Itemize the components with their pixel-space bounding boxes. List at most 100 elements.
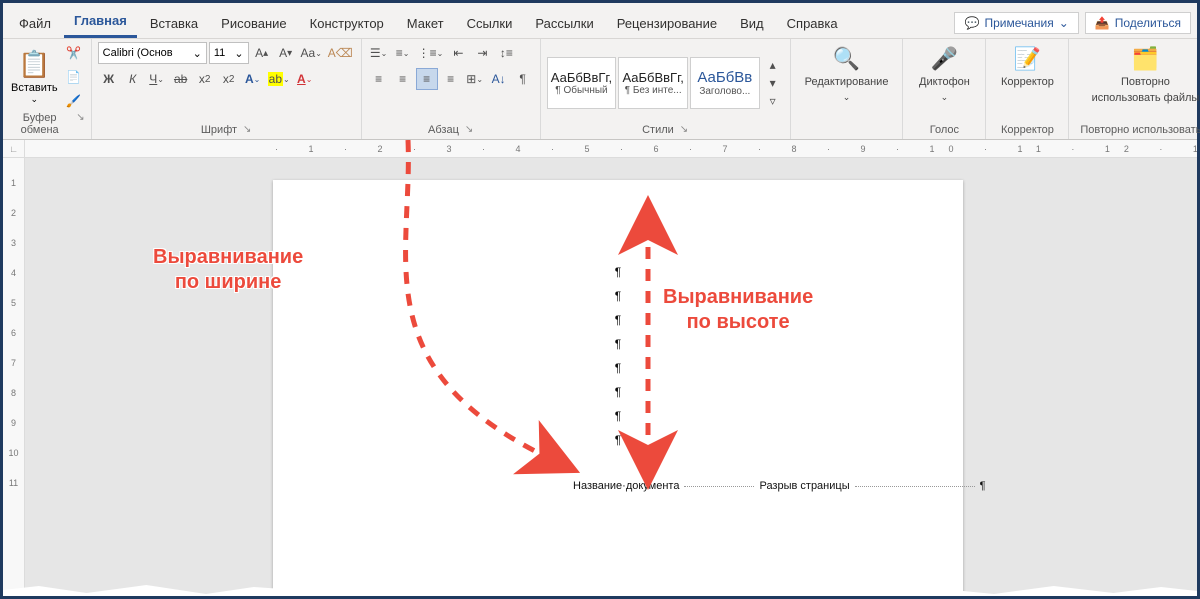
leader-dots [855,486,975,487]
strike-button[interactable]: ab [170,68,192,90]
arrow-vertical-icon [623,215,673,475]
shrink-font-button[interactable]: A▾ [275,42,297,64]
dialog-launcher-icon[interactable]: ↘ [76,112,84,136]
borders-button[interactable]: ⊞⌄ [464,68,486,90]
styles-expand[interactable]: ▿ [762,93,784,109]
subscript-button[interactable]: x2 [194,68,216,90]
italic-button[interactable]: К [122,68,144,90]
style-heading[interactable]: АаБбВв Заголово... [690,57,760,109]
menu-links[interactable]: Ссылки [457,10,523,38]
menu-review[interactable]: Рецензирование [607,10,727,38]
underline-button[interactable]: Ч⌄ [146,68,168,90]
font-size-combo[interactable]: 11 ⌄ [209,42,249,64]
style-preview: АаБбВвГг, [551,70,612,85]
align-right-button[interactable]: ≡ [440,68,462,90]
font-family-combo[interactable]: Calibri (Основ⌄ [98,42,207,64]
text-effects-button[interactable]: A⌄ [242,68,264,90]
superscript-button[interactable]: x2 [218,68,240,90]
editor-icon: 📝 [1014,46,1041,72]
search-icon: 🔍 [833,46,860,72]
editor-button[interactable]: 📝 Корректор [992,42,1062,92]
chevron-down-icon: ⌄ [234,47,243,60]
clipboard-group-title: Буфер обмена [9,112,70,136]
files-icon: 🗂️ [1132,46,1159,72]
styles-scroll-up[interactable]: ▴ [762,57,784,73]
group-voice: 🎤 Диктофон ⌄ Голос [903,39,986,139]
style-no-spacing[interactable]: АаБбВвГг, ¶ Без инте... [618,57,688,109]
style-name: ¶ Обычный [555,85,607,96]
editor-group-title: Корректор [1001,124,1054,136]
ribbon: 📋 Вставить ⌄ ✂️ 📄 🖌️ Буфер обмена↘ Calib… [3,39,1197,140]
editor-label: Корректор [1001,76,1054,88]
menu-view[interactable]: Вид [730,10,774,38]
editing-label: Редактирование [805,76,889,88]
multilevel-button[interactable]: ⋮≡⌄ [416,42,446,64]
font-size-value: 11 [214,47,225,59]
share-label: Поделиться [1115,16,1181,30]
clear-format-button[interactable]: A⌫ [326,42,355,64]
mic-icon: 🎤 [931,46,958,72]
chevron-down-icon: ⌄ [193,47,202,60]
reuse-group-title: Повторно использовать... [1080,124,1200,136]
styles-scroll-down[interactable]: ▾ [762,75,784,91]
menu-help[interactable]: Справка [777,10,848,38]
align-center-button[interactable]: ≡ [392,68,414,90]
arrow-curve-icon [3,140,703,540]
grow-font-button[interactable]: A▴ [251,42,273,64]
page-break-text: Разрыв страницы [759,480,849,492]
highlight-button[interactable]: ab⌄ [266,68,292,90]
copy-button[interactable]: 📄 [63,66,85,88]
decrease-indent-button[interactable]: ⇤ [447,42,469,64]
dialog-launcher-icon[interactable]: ↘ [465,124,473,136]
increase-indent-button[interactable]: ⇥ [471,42,493,64]
chevron-down-icon: ⌄ [31,94,39,105]
style-normal[interactable]: АаБбВвГг, ¶ Обычный [547,57,617,109]
reuse-label2: использовать файлы [1092,92,1200,104]
group-reuse: 🗂️ Повторно использовать файлы Повторно … [1069,39,1200,139]
scissors-icon: ✂️ [66,46,81,60]
styles-group-title: Стили [642,124,674,136]
cut-button[interactable]: ✂️ [63,42,85,64]
menu-draw[interactable]: Рисование [211,10,296,38]
dialog-launcher-icon[interactable]: ↘ [243,124,251,136]
comments-label: Примечания [984,16,1053,30]
document-workspace: ∟ · 1 · 2 · 3 · 4 · 5 · 6 · 7 · 8 · 9 · … [3,140,1197,596]
menu-insert[interactable]: Вставка [140,10,208,38]
menu-design[interactable]: Конструктор [300,10,394,38]
align-justify-button[interactable]: ≡ [416,68,438,90]
show-marks-button[interactable]: ¶ [512,68,534,90]
voice-group-title: Голос [930,124,959,136]
chevron-down-icon: ⌄ [843,92,851,103]
menu-file[interactable]: Файл [9,10,61,38]
style-preview: АаБбВв [697,69,752,86]
bold-button[interactable]: Ж [98,68,120,90]
menu-layout[interactable]: Макет [397,10,454,38]
line-spacing-button[interactable]: ↕≡ [495,42,517,64]
font-color-button[interactable]: A⌄ [294,68,316,90]
group-font: Calibri (Основ⌄ 11⌄ A▴ A▾ Aa⌄ A⌫ Ж К Ч⌄ … [92,39,362,139]
share-button[interactable]: 📤 Поделиться [1085,12,1191,34]
reuse-files-button[interactable]: 🗂️ Повторно использовать файлы [1075,42,1200,108]
paste-button[interactable]: 📋 Вставить ⌄ [9,49,60,105]
dialog-launcher-icon[interactable]: ↘ [680,124,688,136]
dictate-button[interactable]: 🎤 Диктофон ⌄ [909,42,979,107]
group-editor: 📝 Корректор Корректор [986,39,1069,139]
bullets-button[interactable]: ☰⌄ [368,42,390,64]
paste-label: Вставить [11,82,58,94]
editing-button[interactable]: 🔍 Редактирование ⌄ [797,42,897,107]
comments-button[interactable]: 💬 Примечания ⌄ [954,12,1078,34]
menu-home[interactable]: Главная [64,7,137,38]
group-editing: 🔍 Редактирование ⌄ [791,39,904,139]
align-left-button[interactable]: ≡ [368,68,390,90]
reuse-label1: Повторно [1121,76,1170,88]
brush-icon: 🖌️ [66,94,81,108]
sort-button[interactable]: A↓ [488,68,510,90]
group-clipboard: 📋 Вставить ⌄ ✂️ 📄 🖌️ Буфер обмена↘ [3,39,92,139]
style-name: ¶ Без инте... [625,85,682,96]
dictate-label: Диктофон [919,76,970,88]
numbering-button[interactable]: ≡⌄ [392,42,414,64]
format-painter-button[interactable]: 🖌️ [63,90,85,112]
style-preview: АаБбВвГг, [622,70,683,85]
change-case-button[interactable]: Aa⌄ [299,42,324,64]
menu-mail[interactable]: Рассылки [525,10,603,38]
